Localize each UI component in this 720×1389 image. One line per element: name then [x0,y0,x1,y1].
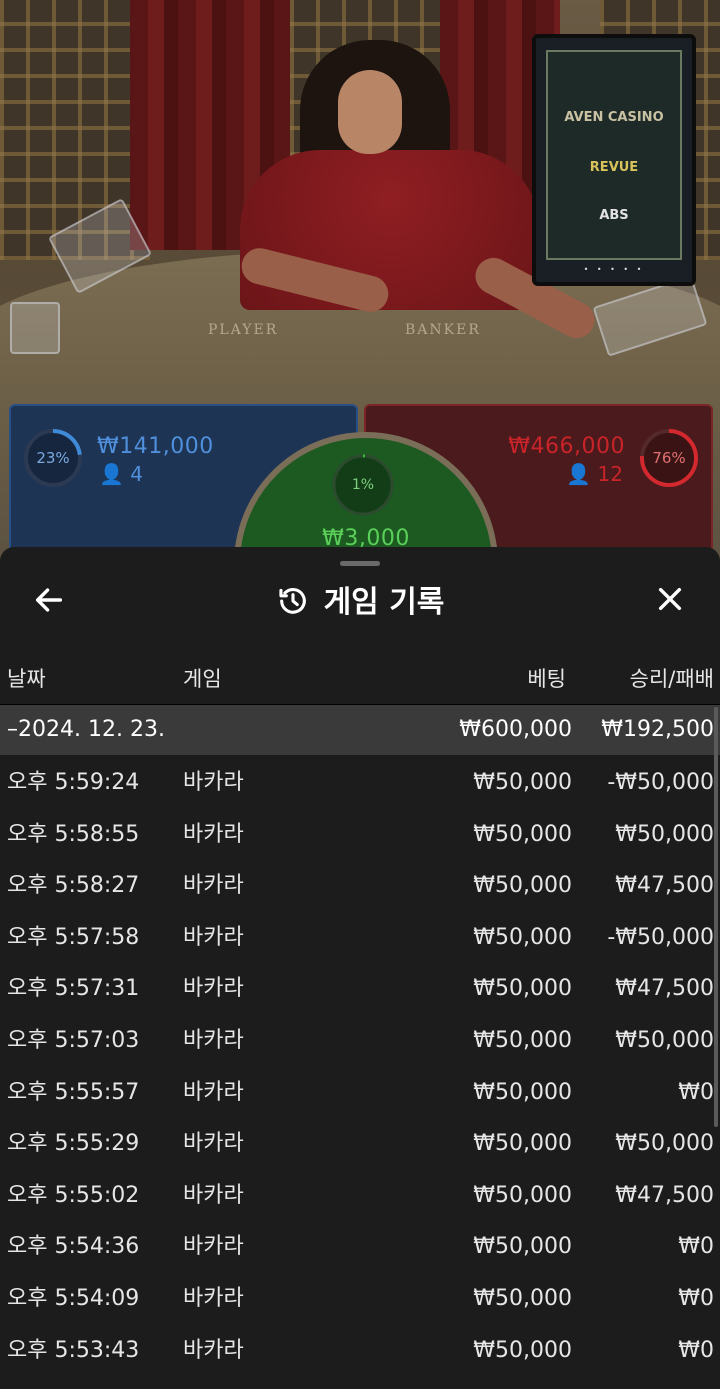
row-bet: ₩50,000 [473,1234,572,1260]
row-result: ₩47,500 [615,873,714,899]
player-amount: ₩141,000 [97,434,214,459]
row-bet: ₩50,000 [473,924,572,950]
sheet-drag-handle[interactable] [340,561,380,566]
banker-count-value: 12 [597,462,623,486]
table-row[interactable]: 오후 5:53:43 바카라 ₩50,000 ₩0 [0,1325,720,1377]
row-bet: ₩50,000 [473,1131,572,1157]
table-row[interactable]: 오후 5:57:03 바카라 ₩50,000 ₩50,000 [0,1015,720,1067]
row-result: -₩50,000 [607,770,714,795]
row-result: ₩47,500 [615,976,714,1002]
sponsor-screen: AVEN CASINO REVUE ABS • • • • • [532,34,696,286]
banker-count: 👤 12 [566,462,623,486]
sheet-title-text: 게임 기록 [323,585,445,620]
row-time: 오후 5:55:57 [7,1079,140,1105]
row-game: 바카라 [183,1131,244,1157]
date-group-row[interactable]: –2024. 12. 23. ₩600,000 ₩192,500 [0,705,720,755]
row-bet: ₩50,000 [473,1028,572,1053]
close-button[interactable] [650,583,690,623]
row-time: 오후 5:57:31 [7,976,140,1002]
row-result: ₩50,000 [615,821,714,847]
person-icon: 👤 [99,462,124,486]
row-game: 바카라 [183,1182,244,1208]
table-banker-label: BANKER [405,322,481,338]
row-bet: ₩50,000 [473,770,572,795]
row-time: 오후 5:57:03 [7,1028,140,1053]
tie-percent: 1% [351,477,375,493]
row-time: 오후 5:55:02 [7,1182,140,1208]
sheet-title: 게임 기록 [0,581,720,625]
row-game: 바카라 [183,1337,244,1363]
row-bet: ₩50,000 [473,1182,572,1208]
date-group-bet-total: ₩600,000 [459,717,572,742]
row-bet: ₩50,000 [473,821,572,847]
table-row[interactable]: 오후 5:55:57 바카라 ₩50,000 ₩0 [0,1067,720,1119]
row-result: ₩0 [678,1234,714,1260]
brand-abs: ABS [599,208,629,223]
table-player-label: PLAYER [208,322,279,338]
row-game: 바카라 [183,924,244,950]
row-result: ₩50,000 [615,1131,714,1157]
column-header-date[interactable]: 날짜 [7,663,46,693]
row-game: 바카라 [183,1079,244,1105]
row-result: ₩47,500 [615,1182,714,1208]
table-row[interactable]: 오후 5:55:29 바카라 ₩50,000 ₩50,000 [0,1118,720,1170]
row-bet: ₩50,000 [473,873,572,899]
close-x-icon [658,587,682,611]
row-game: 바카라 [183,821,244,847]
date-group-result-total: ₩192,500 [601,717,714,742]
person-icon: 👤 [566,462,592,486]
row-result: ₩0 [678,1286,714,1311]
table-row[interactable]: 오후 5:54:36 바카라 ₩50,000 ₩0 [0,1221,720,1273]
banker-percent: 76% [652,449,686,467]
row-bet: ₩50,000 [473,1337,572,1363]
history-clock-icon [278,587,306,614]
row-game: 바카라 [183,770,244,795]
card-holder [10,302,60,354]
row-result: -₩50,000 [607,924,714,950]
row-time: 오후 5:54:09 [7,1286,140,1311]
row-result: ₩0 [678,1079,714,1105]
table-row[interactable]: 오후 5:54:09 바카라 ₩50,000 ₩0 [0,1273,720,1325]
row-time: 오후 5:57:58 [7,924,140,950]
table-row[interactable]: 오후 5:58:55 바카라 ₩50,000 ₩50,000 [0,809,720,861]
brand-aven: AVEN CASINO [564,110,664,125]
screen-page-dots: • • • • • [583,265,645,274]
table-row[interactable]: 오후 5:58:27 바카라 ₩50,000 ₩47,500 [0,860,720,912]
table-row[interactable]: 오후 5:57:31 바카라 ₩50,000 ₩47,500 [0,963,720,1015]
sponsor-screen-frame: AVEN CASINO REVUE ABS [546,50,682,260]
row-game: 바카라 [183,976,244,1002]
player-percent: 23% [36,449,70,467]
column-header-bet[interactable]: 베팅 [527,663,566,693]
scrollbar[interactable] [714,707,718,1127]
brand-revue: REVUE [589,160,639,175]
row-time: 오후 5:58:55 [7,821,140,847]
table-row[interactable]: 오후 5:57:58 바카라 ₩50,000 -₩50,000 [0,912,720,964]
row-bet: ₩50,000 [473,976,572,1002]
row-game: 바카라 [183,1286,244,1311]
row-game: 바카라 [183,1028,244,1053]
row-result: ₩50,000 [615,1028,714,1053]
dealer-face [338,70,402,154]
player-count-value: 4 [130,462,143,486]
table-row[interactable]: 오후 5:59:24 바카라 ₩50,000 -₩50,000 [0,757,720,809]
row-time: 오후 5:59:24 [7,770,140,795]
row-game: 바카라 [183,1234,244,1260]
table-row[interactable]: 오후 5:55:02 바카라 ₩50,000 ₩47,500 [0,1170,720,1222]
row-result: ₩0 [678,1337,714,1363]
column-header-game[interactable]: 게임 [183,663,222,693]
player-count: 👤 4 [99,462,143,486]
row-bet: ₩50,000 [473,1079,572,1105]
row-time: 오후 5:53:43 [7,1337,140,1363]
date-group-date: –2024. 12. 23. [7,717,165,742]
row-time: 오후 5:58:27 [7,873,140,899]
column-header-result[interactable]: 승리/패배 [630,663,714,693]
row-time: 오후 5:54:36 [7,1234,140,1260]
row-game: 바카라 [183,873,244,899]
row-bet: ₩50,000 [473,1286,572,1311]
row-time: 오후 5:55:29 [7,1131,140,1157]
game-history-sheet: 게임 기록 날짜 게임 베팅 승리/패배 –2024. 12. 23. ₩600… [0,547,720,1389]
banker-amount: ₩466,000 [508,434,625,459]
